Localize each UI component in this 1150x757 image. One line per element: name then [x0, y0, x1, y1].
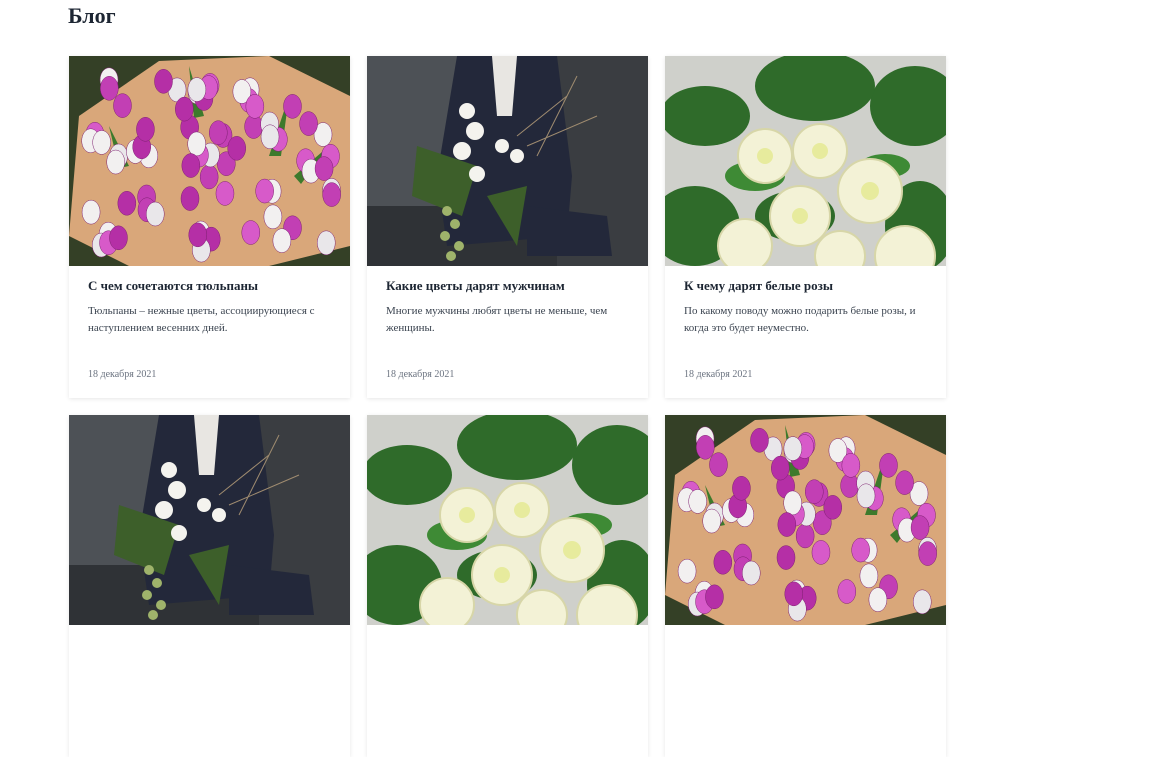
- blog-card[interactable]: Какие цветы дарят мужчинам Многие мужчин…: [367, 56, 648, 398]
- card-date: 18 декабря 2021: [684, 369, 753, 380]
- white-roses-photo[interactable]: [367, 415, 648, 625]
- page-title: Блог: [68, 3, 116, 28]
- tulip-bouquet-photo[interactable]: [665, 415, 946, 625]
- man-with-orchids-photo[interactable]: [367, 56, 648, 266]
- card-title[interactable]: К чему дарят белые розы: [684, 278, 833, 294]
- blog-card[interactable]: С чем сочетаются тюльпаны Тюльпаны – неж…: [69, 56, 350, 398]
- blog-card[interactable]: [69, 415, 350, 757]
- man-with-orchids-photo[interactable]: [69, 415, 350, 625]
- card-date: 18 декабря 2021: [386, 369, 455, 380]
- card-excerpt: По какому поводу можно подарить белые ро…: [684, 305, 916, 334]
- blog-grid: С чем сочетаются тюльпаны Тюльпаны – неж…: [69, 56, 946, 757]
- blog-card[interactable]: [367, 415, 648, 757]
- card-excerpt: Многие мужчины любят цветы не меньше, че…: [386, 305, 608, 334]
- blog-card[interactable]: К чему дарят белые розы По какому поводу…: [665, 56, 946, 398]
- card-title[interactable]: С чем сочетаются тюльпаны: [88, 278, 258, 294]
- blog-card[interactable]: [665, 415, 946, 757]
- tulip-bouquet-photo[interactable]: [69, 56, 350, 266]
- card-excerpt: Тюльпаны – нежные цветы, ассоциирующиеся…: [88, 305, 315, 334]
- card-date: 18 декабря 2021: [88, 369, 157, 380]
- card-title[interactable]: Какие цветы дарят мужчинам: [386, 278, 565, 294]
- white-roses-photo[interactable]: [665, 56, 946, 266]
